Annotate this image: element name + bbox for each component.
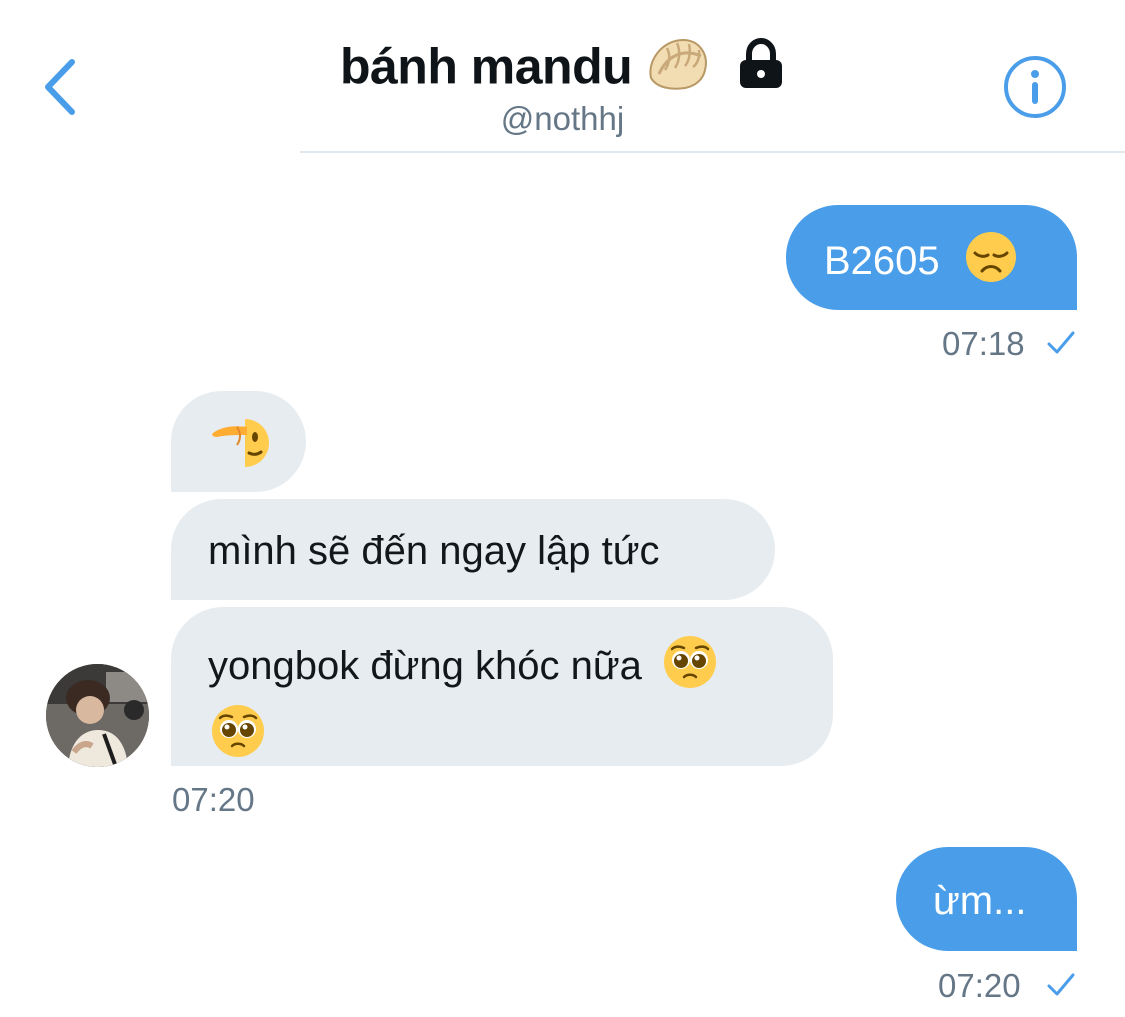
saluting-face-emoji-icon [212,419,269,467]
message-text: B2605 [824,239,940,284]
header-divider [300,151,1125,153]
lock-icon [737,37,785,95]
conversation-name: bánh mandu [339,38,633,95]
dumpling-emoji-icon [645,34,711,99]
message-bubble-outgoing[interactable]: B2605 [786,205,1077,310]
conversation-title[interactable]: bánh mandu [0,34,1125,99]
message-timestamp: 07:18 [942,325,1025,362]
conversation-handle: @nothhj [500,100,625,137]
message-text: yongbok đừng khóc nữa [208,644,642,689]
message-timestamp: 07:20 [938,967,1021,1004]
check-icon [1047,331,1075,354]
info-button[interactable] [1002,54,1068,120]
message-bubble-incoming[interactable]: yongbok đừng khóc nữa [171,607,833,766]
message-bubble-outgoing[interactable]: ừm... [896,847,1077,951]
pleading-face-emoji-icon [211,704,265,771]
check-icon [1047,973,1075,996]
pleading-face-emoji-icon [663,635,717,702]
dm-conversation-screen: bánh mandu @nothhj B2605 07:18 mình sẽ đ… [0,0,1125,1017]
message-text: ừm... [933,879,1027,923]
profile-photo [46,664,149,767]
disappointed-face-emoji-icon [965,231,1017,296]
info-icon [1004,56,1066,118]
message-text: mình sẽ đến ngay lập tức [208,529,660,573]
message-bubble-incoming[interactable] [171,391,306,492]
avatar[interactable] [46,664,149,767]
message-timestamp: 07:20 [172,781,255,818]
message-bubble-incoming[interactable]: mình sẽ đến ngay lập tức [171,499,775,600]
